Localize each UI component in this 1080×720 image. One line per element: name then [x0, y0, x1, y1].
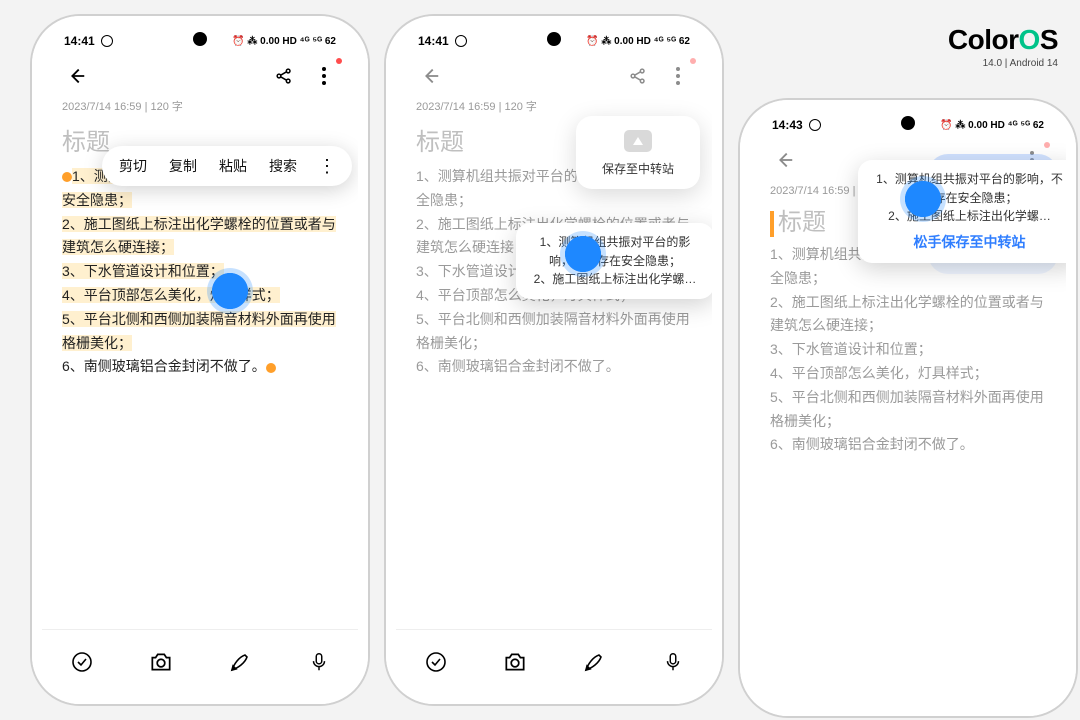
bottom-toolbar: [396, 629, 712, 694]
checklist-button[interactable]: [420, 646, 452, 678]
relay-icon: [624, 130, 652, 152]
drop-hint: 松手保存至中转站: [872, 232, 1066, 254]
draw-button[interactable]: [224, 646, 256, 678]
ctx-more[interactable]: ⋮: [308, 159, 346, 173]
camera-notch: [547, 32, 561, 46]
selection-start-handle[interactable]: [62, 172, 72, 182]
app-topbar: [396, 56, 712, 96]
camera-notch: [901, 116, 915, 130]
ctx-search[interactable]: 搜索: [258, 156, 308, 176]
drag-preview[interactable]: 1、测算机组共振对平台的影响，不要存在安全隐患； 2、施工图纸上标注出化学螺…: [516, 223, 712, 299]
back-button[interactable]: [60, 60, 92, 92]
draw-button[interactable]: [578, 646, 610, 678]
relay-label: 保存至中转站: [582, 160, 694, 177]
bottom-toolbar: [750, 642, 1066, 706]
share-button[interactable]: [268, 60, 300, 92]
voice-button[interactable]: [303, 646, 335, 678]
selected-text[interactable]: 1、测算机组共振对平台的影响，不要存在安全隐患；2、施工图纸上标注出化学螺栓的位…: [62, 168, 336, 351]
phone-1: 14:41 ⏰ ⁂ 0.00 HD ⁴ᴳ ⁵ᴳ 62 2023/7/14 16:…: [32, 16, 368, 704]
note-body[interactable]: 1、测算机组共振对平台的影响，不要存在安全隐患；2、施工图纸上标注出化学螺栓的位…: [42, 165, 358, 379]
ctx-paste[interactable]: 粘贴: [208, 156, 258, 176]
checklist-button[interactable]: [66, 646, 98, 678]
selection-end-handle[interactable]: [266, 363, 276, 373]
app-topbar: [42, 56, 358, 96]
ctx-copy[interactable]: 复制: [158, 156, 208, 176]
camera-button[interactable]: [145, 646, 177, 678]
share-button[interactable]: [622, 60, 654, 92]
back-button[interactable]: [768, 144, 800, 176]
bottom-toolbar: [42, 629, 358, 694]
phone-3: 14:43 ⏰ ⁂ 0.00 HD ⁴ᴳ ⁵ᴳ 62 2023/7/14 16:…: [740, 100, 1076, 716]
relay-popover[interactable]: 保存至中转站: [576, 116, 700, 189]
note-meta: 2023/7/14 16:59 | 120 字: [396, 96, 712, 116]
text-caret: [770, 211, 774, 237]
back-button[interactable]: [414, 60, 446, 92]
camera-button[interactable]: [499, 646, 531, 678]
coloros-brand: ColorOS 14.0 | Android 14: [948, 24, 1058, 69]
text-context-menu: 剪切 复制 粘贴 搜索 ⋮: [102, 146, 352, 186]
note-meta: 2023/7/14 16:59 | 120 字: [42, 96, 358, 116]
phone-2: 14:41 ⏰ ⁂ 0.00 HD ⁴ᴳ ⁵ᴳ 62 2023/7/14 16:…: [386, 16, 722, 704]
more-button[interactable]: [308, 60, 340, 92]
note-body[interactable]: 1、测算机组共振对平台的影响，不要存在安全隐患； 2、施工图纸上标注出化学螺栓的…: [750, 243, 1066, 457]
voice-button[interactable]: [657, 646, 689, 678]
more-button[interactable]: [662, 60, 694, 92]
ctx-cut[interactable]: 剪切: [108, 156, 158, 176]
camera-notch: [193, 32, 207, 46]
drag-preview[interactable]: 1、测算机组共振对平台的影响，不要存在安全隐患； 2、施工图纸上标注出化学螺… …: [858, 160, 1066, 263]
